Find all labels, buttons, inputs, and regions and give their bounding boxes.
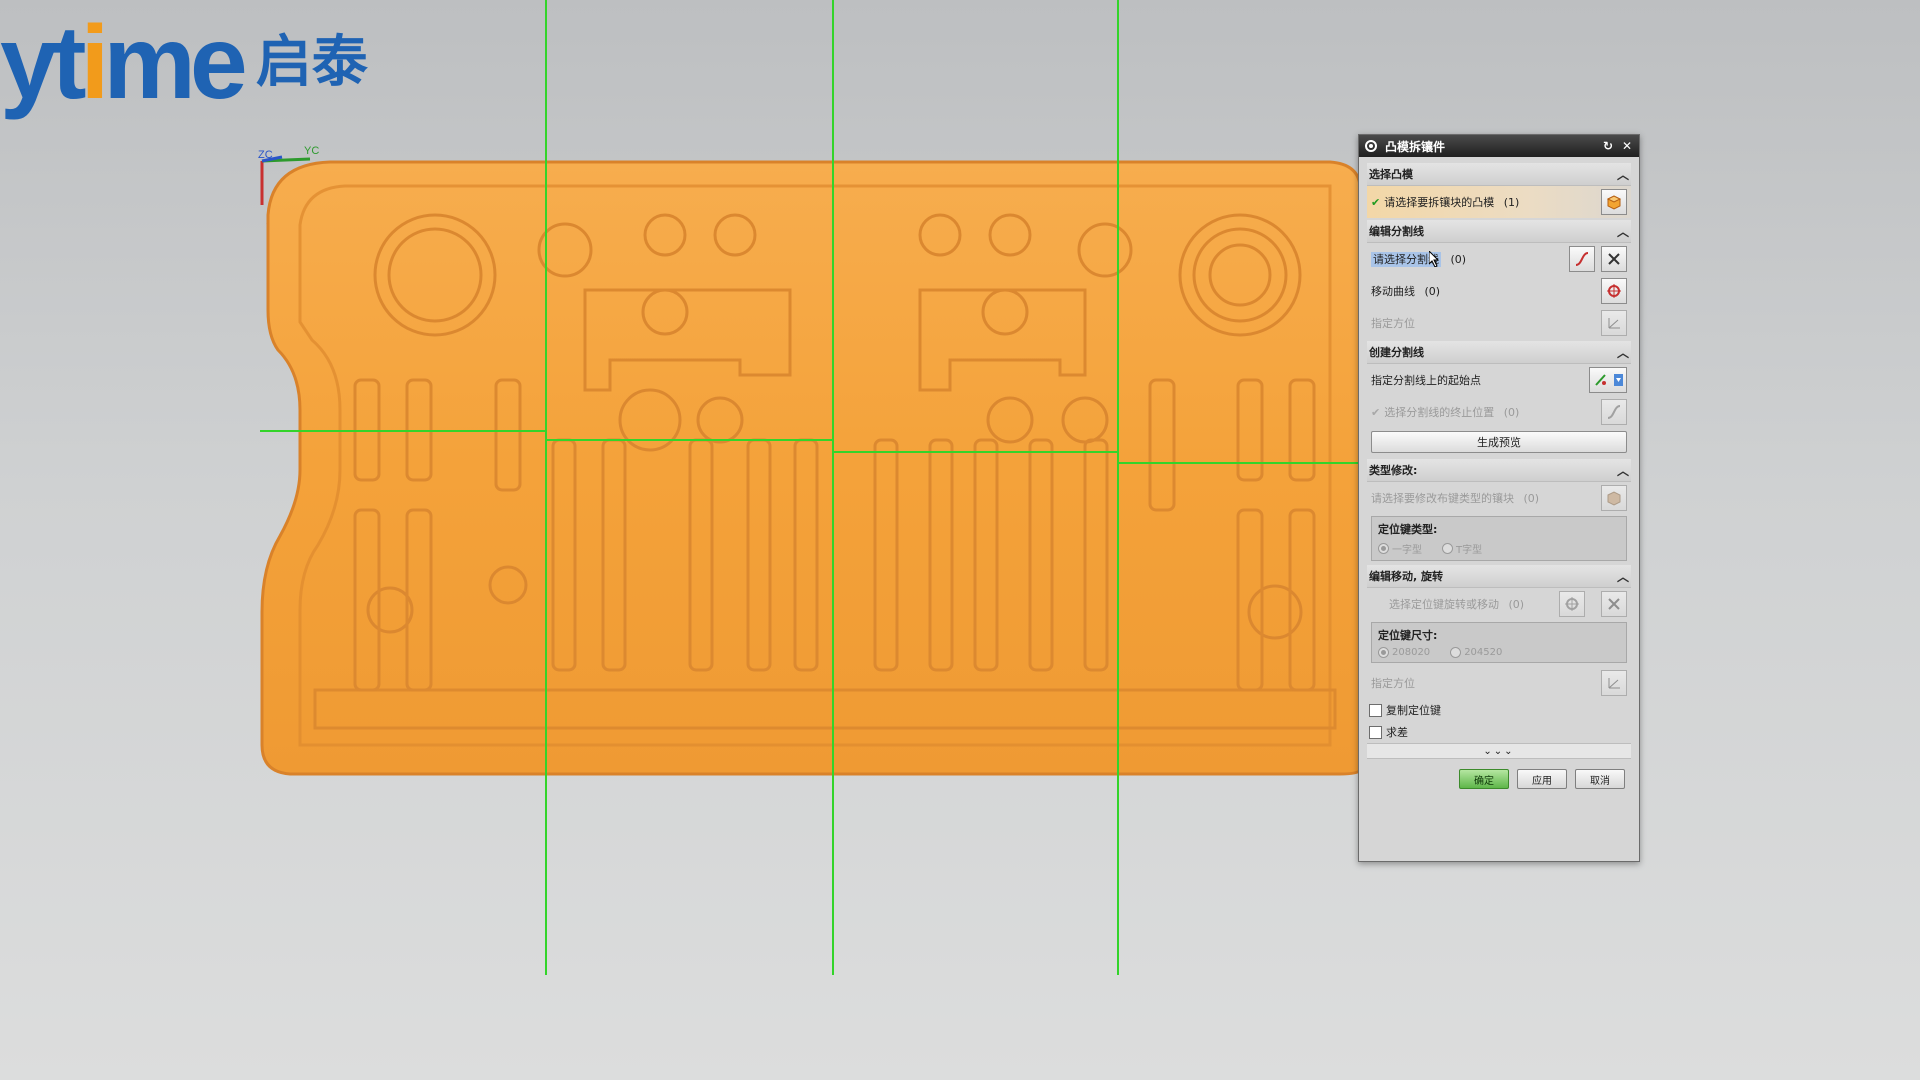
subtract-checkbox[interactable]: 求差	[1367, 721, 1631, 743]
key-size-title: 定位键尺寸:	[1378, 629, 1438, 642]
collapse-icon[interactable]: ︿	[1617, 223, 1629, 240]
move-point-icon[interactable]	[1601, 278, 1627, 304]
move-point-icon	[1559, 591, 1585, 617]
section-create-split-title: 创建分割线	[1369, 346, 1424, 359]
key-type-title: 定位键类型:	[1378, 523, 1438, 536]
end-point-label: 选择分割线的终止位置 (0)	[1384, 406, 1520, 419]
select-key-row: 选择定位键旋转或移动 (0)	[1367, 588, 1631, 620]
delete-cross-icon	[1601, 591, 1627, 617]
radio-size-204520[interactable]: 204520	[1450, 647, 1502, 658]
check-icon: ✔	[1371, 405, 1381, 419]
core-insert-dialog[interactable]: 凸模拆镶件 ↻ ✕ 选择凸模 ︿ ✔ 请选择要拆镶块的凸模 (1) 编辑分割线 …	[1358, 134, 1640, 862]
select-split-line-row[interactable]: 请选择分割线 (0)	[1367, 243, 1631, 275]
section-edit-split-title: 编辑分割线	[1369, 225, 1424, 238]
section-select-core-title: 选择凸模	[1369, 168, 1413, 181]
csys-icon	[1601, 670, 1627, 696]
collapse-icon[interactable]: ︿	[1617, 568, 1629, 585]
start-point-row[interactable]: 指定分割线上的起始点	[1367, 364, 1631, 396]
graphics-viewport[interactable]: ytime 启泰 ZC YC XC	[0, 0, 1920, 1080]
point-dialog-icon[interactable]	[1589, 367, 1627, 393]
dialog-title-bar[interactable]: 凸模拆镶件 ↻ ✕	[1359, 135, 1639, 157]
more-options-chevron-icon[interactable]: ⌄⌄⌄	[1367, 743, 1631, 759]
collapse-icon[interactable]: ︿	[1617, 344, 1629, 361]
key-type-group: 定位键类型: 一字型 T字型	[1371, 516, 1627, 561]
reset-icon[interactable]: ↻	[1600, 138, 1616, 154]
end-point-row: ✔ 选择分割线的终止位置 (0)	[1367, 396, 1631, 428]
radio-key-t[interactable]: T字型	[1442, 541, 1482, 556]
radio-key-straight[interactable]: 一字型	[1378, 541, 1422, 556]
dialog-footer: 确定 应用 取消	[1359, 759, 1639, 789]
close-icon[interactable]: ✕	[1619, 138, 1635, 154]
move-curve-label: 移动曲线 (0)	[1371, 285, 1441, 298]
specify-orientation-row-2: 指定方位	[1367, 667, 1631, 699]
section-edit-split[interactable]: 编辑分割线 ︿	[1367, 220, 1631, 243]
select-split-line-label: 请选择分割线 (0)	[1371, 252, 1467, 267]
select-core-row[interactable]: ✔ 请选择要拆镶块的凸模 (1)	[1367, 186, 1631, 218]
cancel-button[interactable]: 取消	[1575, 769, 1625, 789]
apply-button[interactable]: 应用	[1517, 769, 1567, 789]
section-type-modify-title: 类型修改:	[1369, 464, 1418, 477]
copy-key-checkbox[interactable]: 复制定位键	[1367, 699, 1631, 721]
select-insert-label: 请选择要修改布键类型的镶块 (0)	[1371, 492, 1540, 505]
dialog-title: 凸模拆镶件	[1385, 139, 1446, 154]
checkbox-box[interactable]	[1369, 725, 1382, 739]
gear-icon[interactable]	[1363, 138, 1379, 154]
select-insert-row: 请选择要修改布键类型的镶块 (0)	[1367, 482, 1631, 514]
specify-orientation-row: 指定方位	[1367, 307, 1631, 339]
section-select-core[interactable]: 选择凸模 ︿	[1367, 163, 1631, 186]
curve-icon[interactable]	[1569, 246, 1595, 272]
key-size-group: 定位键尺寸: 208020 204520	[1371, 622, 1627, 663]
section-create-split[interactable]: 创建分割线 ︿	[1367, 341, 1631, 364]
csys-icon	[1601, 310, 1627, 336]
specify-orientation-label-2: 指定方位	[1371, 677, 1415, 690]
generate-preview-button[interactable]: 生成预览	[1371, 431, 1627, 453]
collapse-icon[interactable]: ︿	[1617, 166, 1629, 183]
copy-key-label: 复制定位键	[1386, 704, 1441, 717]
section-edit-move[interactable]: 编辑移动, 旋转 ︿	[1367, 565, 1631, 588]
radio-size-208020[interactable]: 208020	[1378, 647, 1430, 658]
solid-block-icon	[1601, 485, 1627, 511]
select-key-label: 选择定位键旋转或移动 (0)	[1389, 598, 1525, 611]
ok-button[interactable]: 确定	[1459, 769, 1509, 789]
checkbox-box[interactable]	[1369, 703, 1382, 717]
move-curve-row[interactable]: 移动曲线 (0)	[1367, 275, 1631, 307]
check-icon: ✔	[1371, 195, 1381, 209]
select-core-label: 请选择要拆镶块的凸模 (1)	[1384, 196, 1520, 209]
start-point-label: 指定分割线上的起始点	[1371, 374, 1481, 387]
solid-block-icon[interactable]	[1601, 189, 1627, 215]
mouse-cursor-icon	[1429, 251, 1440, 267]
subtract-label: 求差	[1386, 726, 1408, 739]
delete-cross-icon[interactable]	[1601, 246, 1627, 272]
section-edit-move-title: 编辑移动, 旋转	[1369, 570, 1444, 583]
curve-icon	[1601, 399, 1627, 425]
collapse-icon[interactable]: ︿	[1617, 462, 1629, 479]
specify-orientation-label: 指定方位	[1371, 317, 1415, 330]
section-type-modify[interactable]: 类型修改: ︿	[1367, 459, 1631, 482]
